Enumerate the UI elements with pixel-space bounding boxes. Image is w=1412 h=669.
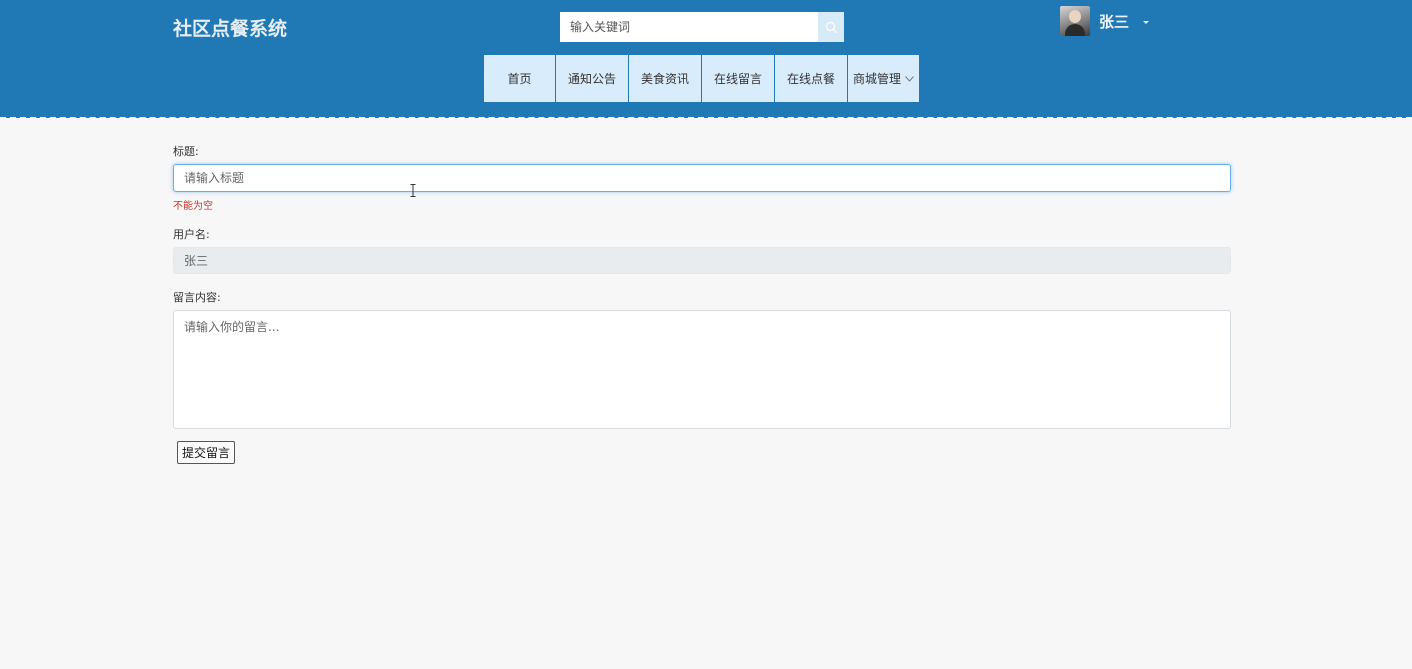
title-error-message: 不能为空 bbox=[173, 201, 213, 212]
search-box bbox=[560, 12, 844, 42]
user-menu[interactable]: 张三 bbox=[1060, 6, 1150, 36]
search-button[interactable] bbox=[818, 12, 844, 42]
nav-item-messages[interactable]: 在线留言 bbox=[702, 55, 775, 102]
nav-item-label: 美食资讯 bbox=[640, 72, 689, 86]
nav-item-label: 通知公告 bbox=[567, 72, 616, 86]
main-nav: 首页 通知公告 美食资讯 在线留言 在线点餐 商城管理 bbox=[484, 55, 919, 102]
search-icon bbox=[825, 21, 837, 33]
caret-down-icon[interactable] bbox=[1143, 20, 1150, 24]
title-label: 标题: bbox=[173, 145, 199, 158]
content-label: 留言内容: bbox=[173, 291, 221, 304]
username-value: 张三 bbox=[184, 254, 209, 268]
nav-item-label: 在线留言 bbox=[713, 72, 762, 86]
submit-message-button[interactable]: 提交留言 bbox=[177, 441, 236, 464]
nav-item-label: 首页 bbox=[507, 72, 532, 86]
username-field: 张三 bbox=[173, 247, 1231, 274]
message-content-textarea[interactable] bbox=[173, 310, 1231, 429]
title-input[interactable] bbox=[173, 164, 1231, 192]
nav-item-order[interactable]: 在线点餐 bbox=[775, 55, 848, 102]
nav-item-shop-admin[interactable]: 商城管理 bbox=[848, 55, 919, 102]
username-label: 用户名: bbox=[173, 228, 210, 241]
avatar[interactable] bbox=[1060, 6, 1090, 36]
nav-item-food-news[interactable]: 美食资讯 bbox=[629, 55, 702, 102]
nav-item-label: 在线点餐 bbox=[786, 72, 835, 86]
site-logo[interactable]: 社区点餐系统 bbox=[173, 14, 287, 41]
chevron-down-icon bbox=[905, 75, 914, 82]
nav-item-notices[interactable]: 通知公告 bbox=[556, 55, 629, 102]
search-input[interactable] bbox=[560, 12, 818, 42]
header-divider bbox=[0, 117, 1412, 119]
user-name[interactable]: 张三 bbox=[1099, 11, 1129, 32]
text-cursor-icon bbox=[410, 184, 416, 197]
nav-item-home[interactable]: 首页 bbox=[484, 55, 556, 102]
nav-item-label: 商城管理 bbox=[852, 72, 901, 86]
